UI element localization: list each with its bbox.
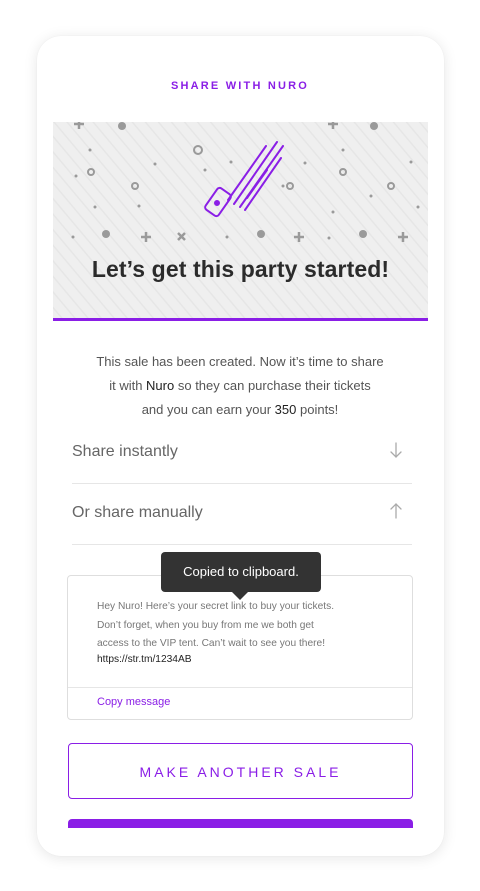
divider: [68, 687, 412, 688]
share-manually-label: Or share manually: [72, 504, 203, 521]
intro-line-3-end: points!: [296, 402, 339, 417]
intro-line-1: This sale has been created. Now it’s tim…: [96, 354, 384, 369]
message-line-1: Hey Nuro! Here’s your secret link to buy…: [97, 601, 335, 612]
message-line-3: access to the VIP tent. Can’t wait to se…: [97, 638, 326, 649]
hero-banner: Let’s get this party started!: [53, 122, 428, 321]
intro-line-2-end: so they can purchase their tickets: [174, 378, 371, 393]
page-title: SHARE WITH NURO: [170, 80, 310, 92]
points-value: 350: [274, 402, 297, 417]
intro-line-3-start: and you can earn your: [141, 402, 275, 417]
buyer-name: Nuro: [146, 378, 175, 393]
confetti-pattern: [53, 122, 428, 318]
arrow-down-icon: [390, 442, 402, 463]
share-message-text: Hey Nuro! Here’s your secret link to buy…: [97, 598, 397, 654]
copied-tooltip: Copied to clipboard.: [161, 552, 321, 592]
copy-message-button[interactable]: Copy message: [97, 696, 170, 708]
share-manually-toggle[interactable]: Or share manually: [72, 483, 412, 545]
arrow-up-icon: [390, 503, 402, 524]
primary-action-button[interactable]: [68, 819, 413, 828]
message-line-2: Don’t forget, when you buy from me we bo…: [97, 619, 314, 631]
intro-line-2-start: it with: [109, 378, 147, 393]
make-another-sale-button[interactable]: MAKE ANOTHER SALE: [68, 743, 413, 799]
share-link[interactable]: https://str.tm/1234AB: [97, 654, 192, 665]
share-instantly-toggle[interactable]: Share instantly: [72, 422, 412, 484]
hero-title: Let’s get this party started!: [91, 256, 390, 282]
intro-text: This sale has been created. Now it’s tim…: [72, 350, 408, 422]
tooltip-caret: [231, 591, 249, 600]
share-instantly-label: Share instantly: [72, 443, 178, 460]
